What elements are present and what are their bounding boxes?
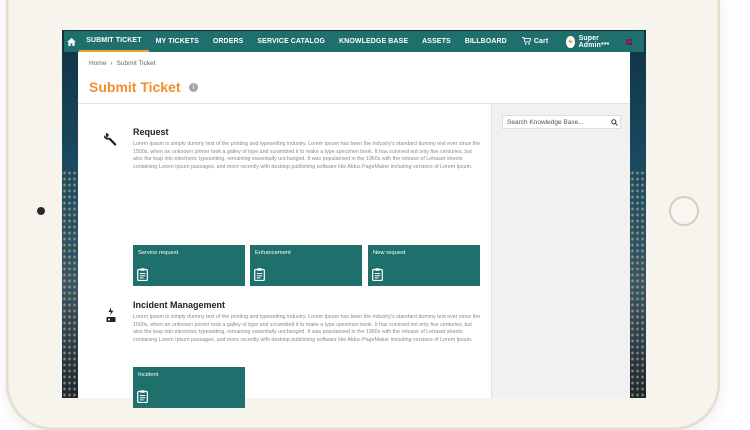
nav-assets[interactable]: ASSETS bbox=[415, 31, 458, 52]
device-home-button[interactable] bbox=[669, 196, 699, 226]
section-title: Request bbox=[133, 127, 169, 137]
knowledge-base-sidebar: Search Knowledge Base... bbox=[491, 104, 630, 398]
nav-submit-ticket[interactable]: SUBMIT TICKET bbox=[79, 31, 149, 52]
page-title: Submit Ticket bbox=[89, 79, 181, 95]
tile-enhancement[interactable]: Enhancement bbox=[250, 245, 362, 286]
nav-service-catalog[interactable]: SERVICE CATALOG bbox=[250, 31, 332, 52]
tile-new-request[interactable]: New request bbox=[368, 245, 480, 286]
nav-knowledge-base[interactable]: KNOWLEDGE BASE bbox=[332, 31, 415, 52]
nav-my-tickets[interactable]: MY TICKETS bbox=[149, 31, 206, 52]
home-icon[interactable] bbox=[64, 31, 79, 52]
background-image-right bbox=[630, 30, 646, 398]
tile-incident[interactable]: Incident bbox=[133, 367, 245, 408]
search-knowledge-base-input[interactable]: Search Knowledge Base... bbox=[502, 115, 621, 129]
clipboard-icon bbox=[137, 390, 148, 404]
tile-label: Enhancement bbox=[255, 250, 291, 256]
tile-label: Service request bbox=[138, 250, 179, 256]
tile-label: Incident bbox=[138, 372, 159, 378]
ticket-categories: Request Lorem Ipsum is simply dummy text… bbox=[78, 104, 491, 408]
breadcrumb: Home › Submit Ticket bbox=[89, 60, 156, 67]
cart-icon bbox=[521, 36, 532, 47]
flag-icon[interactable] bbox=[625, 38, 632, 45]
page-content: Home › Submit Ticket Submit Ticket i Req… bbox=[78, 52, 630, 408]
user-name: Super Admin*** bbox=[578, 34, 610, 49]
search-icon[interactable] bbox=[608, 118, 620, 126]
clipboard-icon bbox=[137, 268, 148, 282]
cart-label: Cart bbox=[533, 38, 549, 45]
wrench-icon bbox=[103, 131, 119, 147]
nav-orders[interactable]: ORDERS bbox=[206, 31, 251, 52]
tile-label: New request bbox=[373, 250, 406, 256]
tile-service-request[interactable]: Service request bbox=[133, 245, 245, 286]
breadcrumb-home[interactable]: Home bbox=[89, 60, 106, 67]
top-navigation: SUBMIT TICKET MY TICKETS ORDERS SERVICE … bbox=[64, 31, 644, 52]
user-menu[interactable]: Super Admin*** bbox=[556, 35, 625, 49]
section-description: Lorem Ipsum is simply dummy text of the … bbox=[133, 314, 481, 343]
breadcrumb-separator: › bbox=[110, 60, 113, 67]
search-placeholder: Search Knowledge Base... bbox=[507, 118, 584, 126]
avatar bbox=[566, 35, 575, 48]
breadcrumb-current: Submit Ticket bbox=[116, 60, 156, 67]
clipboard-icon bbox=[254, 268, 265, 282]
incident-icon bbox=[103, 307, 119, 323]
section-description: Lorem Ipsum is simply dummy text of the … bbox=[133, 141, 481, 170]
clipboard-icon bbox=[372, 268, 383, 282]
camera-dot bbox=[37, 207, 45, 215]
background-image-left bbox=[62, 30, 78, 398]
info-icon[interactable]: i bbox=[189, 83, 198, 92]
section-title: Incident Management bbox=[133, 300, 226, 310]
cart-button[interactable]: Cart bbox=[514, 36, 556, 47]
nav-billboard[interactable]: BILLBOARD bbox=[458, 31, 514, 52]
